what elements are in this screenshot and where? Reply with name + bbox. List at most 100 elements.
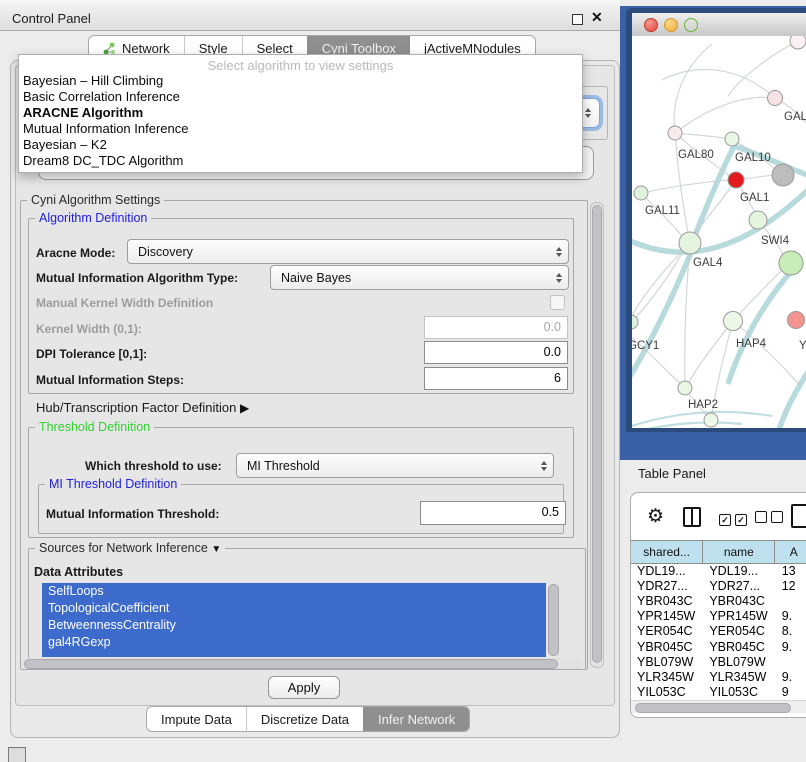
table-cell: YBR043C bbox=[631, 594, 703, 608]
table-cell: 9. bbox=[776, 609, 806, 623]
column-header[interactable]: shared... bbox=[631, 541, 703, 563]
network-node[interactable] bbox=[779, 251, 803, 275]
table-hscrollbar[interactable] bbox=[631, 700, 806, 713]
network-edge[interactable] bbox=[674, 44, 712, 133]
table-row[interactable]: YBR043CYBR043C bbox=[631, 593, 806, 608]
data-attributes-list[interactable]: SelfLoopsTopologicalCoefficientBetweenne… bbox=[42, 583, 546, 657]
dpi-tolerance-input[interactable]: 0.0 bbox=[424, 341, 568, 364]
network-node[interactable] bbox=[728, 172, 744, 188]
zoom-traffic-light[interactable] bbox=[684, 18, 698, 32]
table-row[interactable]: YER054CYER054C8. bbox=[631, 624, 806, 639]
network-edge[interactable] bbox=[778, 366, 806, 428]
table-row[interactable]: YDL19...YDL19...13 bbox=[631, 563, 806, 578]
bottom-tab-discretize-data[interactable]: Discretize Data bbox=[246, 707, 363, 731]
table-hscrollbar-thumb[interactable] bbox=[635, 703, 791, 713]
attributes-hscrollbar[interactable] bbox=[22, 658, 584, 669]
mi-algorithm-type-value: Naive Bayes bbox=[271, 271, 550, 285]
column-header[interactable]: name bbox=[703, 541, 775, 563]
network-node[interactable] bbox=[679, 232, 701, 254]
dropdown-item[interactable]: Bayesian – Hill Climbing bbox=[19, 73, 582, 89]
aracne-mode-combobox[interactable]: Discovery bbox=[127, 239, 569, 264]
table-cell: 13 bbox=[776, 564, 806, 578]
network-node[interactable] bbox=[678, 381, 692, 395]
hub-definition-label: Hub/Transcription Factor Definition bbox=[36, 400, 236, 415]
network-node[interactable] bbox=[725, 132, 739, 146]
network-node[interactable] bbox=[704, 413, 718, 427]
close-icon[interactable]: ✕ bbox=[591, 9, 603, 26]
table-row[interactable]: YBR045CYBR045C9. bbox=[631, 639, 806, 654]
network-edge[interactable] bbox=[689, 321, 733, 382]
table-row[interactable]: YBL079WYBL079W bbox=[631, 654, 806, 669]
network-edge[interactable] bbox=[675, 133, 732, 139]
combo-arrows-icon bbox=[535, 461, 553, 471]
table-cell: 12 bbox=[776, 579, 806, 593]
network-node[interactable] bbox=[724, 312, 743, 331]
network-node[interactable] bbox=[768, 91, 783, 106]
close-traffic-light[interactable] bbox=[644, 18, 658, 32]
network-node[interactable] bbox=[788, 312, 805, 329]
table-cell: YIL053C bbox=[631, 685, 703, 699]
network-edge[interactable] bbox=[632, 412, 772, 428]
gear-icon[interactable]: ⚙ bbox=[647, 505, 664, 528]
which-threshold-value: MI Threshold bbox=[237, 459, 535, 473]
node-label: GAL80 bbox=[678, 149, 714, 161]
attribute-list-item[interactable]: gal4RGexp bbox=[42, 634, 546, 651]
unchecked-boxes-icon[interactable] bbox=[755, 511, 783, 526]
node-label: Y bbox=[799, 340, 806, 352]
attribute-list-item[interactable]: BetweennessCentrality bbox=[42, 617, 546, 634]
network-node[interactable] bbox=[772, 164, 794, 186]
attribute-list-item[interactable]: TopologicalCoefficient bbox=[42, 600, 546, 617]
attributes-scrollbar-thumb[interactable] bbox=[548, 584, 559, 656]
table-row[interactable]: YDR27...YDR27...12 bbox=[631, 578, 806, 593]
column-header[interactable]: A bbox=[775, 541, 806, 563]
table-cell: YBR045C bbox=[631, 640, 703, 654]
table-cell: 9. bbox=[776, 640, 806, 654]
split-columns-icon[interactable] bbox=[683, 507, 701, 527]
table-row[interactable]: YPR145WYPR145W9. bbox=[631, 609, 806, 624]
attributes-hscrollbar-thumb[interactable] bbox=[24, 659, 558, 669]
manual-kernel-width-checkbox[interactable] bbox=[550, 295, 565, 310]
mi-algorithm-type-label: Mutual Information Algorithm Type: bbox=[36, 271, 238, 285]
settings-scrollbar-thumb[interactable] bbox=[592, 205, 602, 663]
network-edge[interactable] bbox=[690, 146, 734, 248]
mi-algorithm-type-combobox[interactable]: Naive Bayes bbox=[270, 265, 569, 290]
mi-threshold-input[interactable]: 0.5 bbox=[420, 501, 566, 525]
network-canvas[interactable]: GAL7GAL80GAL10GAL1GAL11SWI4GAL4GCY1HAP4Y… bbox=[632, 36, 806, 428]
node-label: HAP2 bbox=[688, 399, 718, 411]
network-node[interactable] bbox=[634, 186, 648, 200]
hub-definition-toggle[interactable]: Hub/Transcription Factor Definition ▶ bbox=[36, 400, 249, 415]
settings-scrollbar[interactable] bbox=[590, 202, 604, 668]
network-edge[interactable] bbox=[733, 321, 800, 386]
table-row[interactable]: YIL053CYIL053C9 bbox=[631, 685, 806, 700]
chevron-down-icon: ▼ bbox=[211, 544, 221, 555]
network-edge[interactable] bbox=[675, 97, 775, 133]
app-window: Control Panel ✕ NetworkStyleSelectCyni T… bbox=[0, 0, 806, 762]
minimize-traffic-light[interactable] bbox=[664, 18, 678, 32]
dropdown-item[interactable]: ARACNE Algorithm bbox=[19, 105, 582, 121]
kernel-width-input[interactable]: 0.0 bbox=[424, 316, 568, 339]
mi-steps-input[interactable]: 6 bbox=[424, 367, 568, 390]
network-edge[interactable] bbox=[662, 70, 775, 98]
network-edge[interactable] bbox=[632, 422, 742, 428]
table-row[interactable]: YLR345WYLR345W9. bbox=[631, 669, 806, 684]
network-node[interactable] bbox=[749, 211, 767, 229]
float-panel-icon[interactable] bbox=[572, 14, 583, 25]
dropdown-item[interactable]: Bayesian – K2 bbox=[19, 137, 582, 153]
network-node[interactable] bbox=[668, 126, 682, 140]
table-cell: YER054C bbox=[631, 624, 703, 638]
collapsed-panel-icon[interactable] bbox=[8, 747, 26, 762]
dropdown-item[interactable]: Dream8 DC_TDC Algorithm bbox=[19, 153, 582, 169]
apply-button[interactable]: Apply bbox=[268, 676, 340, 699]
file-icon[interactable] bbox=[791, 504, 806, 528]
attribute-list-item[interactable]: SelfLoops bbox=[42, 583, 546, 600]
which-threshold-combobox[interactable]: MI Threshold bbox=[236, 453, 554, 478]
bottom-tab-impute-data[interactable]: Impute Data bbox=[147, 707, 246, 731]
bottom-tab-infer-network[interactable]: Infer Network bbox=[363, 707, 469, 731]
dropdown-item[interactable]: Mutual Information Inference bbox=[19, 121, 582, 137]
network-window-titlebar[interactable] bbox=[632, 13, 806, 37]
dropdown-item[interactable]: Basic Correlation Inference bbox=[19, 89, 582, 105]
table-cell: YDR27... bbox=[703, 579, 775, 593]
checked-boxes-icon[interactable]: ✓✓ bbox=[719, 511, 747, 526]
network-node[interactable] bbox=[790, 36, 806, 49]
combo-arrows-icon bbox=[550, 273, 568, 283]
